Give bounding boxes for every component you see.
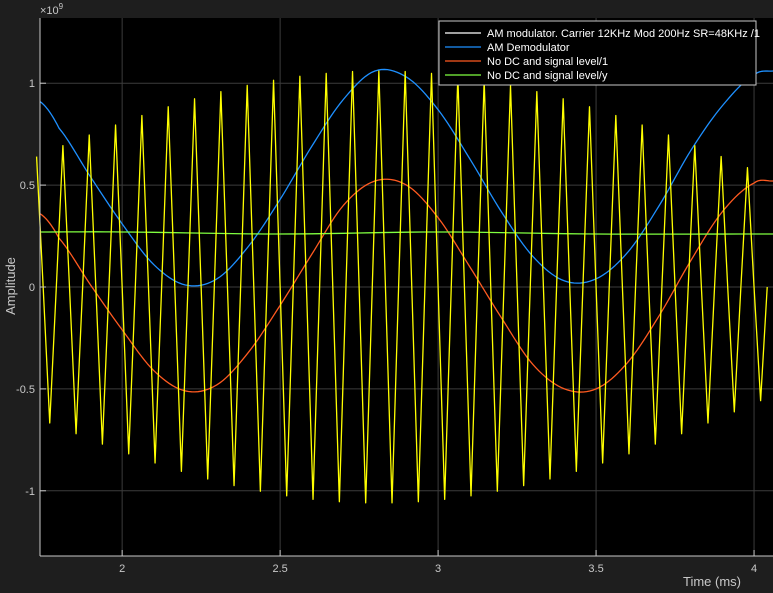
x-tick-label: 2.5 (272, 563, 287, 575)
x-axis-label: Time (ms) (683, 574, 741, 589)
y-exponent-base: ×10 (40, 5, 59, 17)
y-tick-label: 0.5 (20, 180, 35, 192)
legend-entry: AM modulator. Carrier 12KHz Mod 200Hz SR… (487, 28, 760, 40)
y-axis-label: Amplitude (3, 257, 18, 315)
legend-entry: AM Demodulator (487, 42, 570, 54)
x-tick-label: 4 (751, 563, 757, 575)
legend-entry: No DC and signal level/1 (487, 56, 608, 68)
x-tick-label: 2 (119, 563, 125, 575)
y-tick-label: -1 (25, 486, 35, 498)
legend[interactable]: AM modulator. Carrier 12KHz Mod 200Hz SR… (438, 20, 760, 86)
legend-entry: No DC and signal level/y (487, 70, 608, 82)
plot-area[interactable] (35, 18, 773, 556)
y-tick-label: 1 (29, 78, 35, 90)
y-exponent-power: 9 (59, 2, 64, 11)
y-tick-label: -0.5 (16, 384, 35, 396)
x-tick-label: 3 (435, 563, 441, 575)
y-tick-label: 0 (29, 282, 35, 294)
x-tick-label: 3.5 (588, 563, 603, 575)
chart: 2 2.5 3 3.5 4 -1 -0.5 0 0.5 1 ×109 Amplitude Time… (0, 0, 773, 593)
